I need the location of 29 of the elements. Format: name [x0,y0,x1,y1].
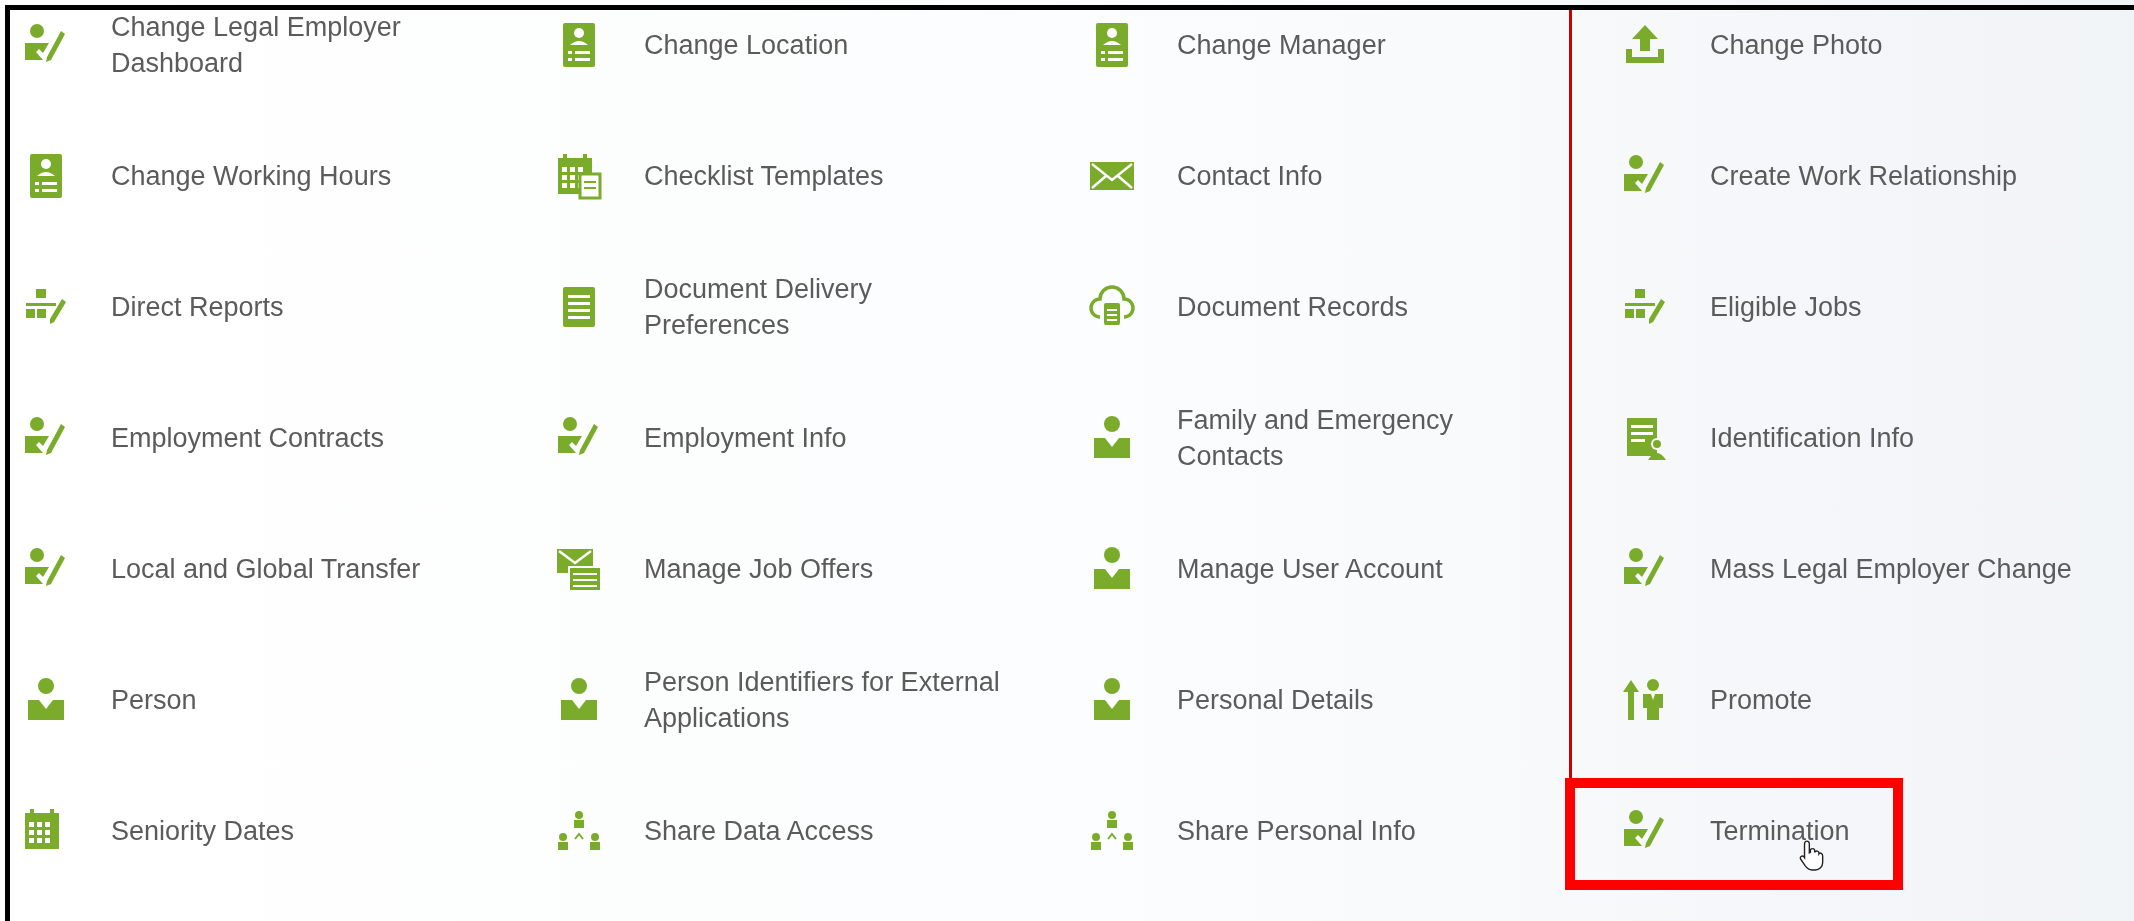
action-link[interactable]: Share Data Access [644,812,874,849]
action-link[interactable]: Contact Info [1177,157,1323,194]
action-link[interactable]: Direct Reports [111,288,284,325]
action-link[interactable]: Eligible Jobs [1710,288,1862,325]
action-link[interactable]: Change Legal Employer Dashboard [111,10,401,81]
action-link[interactable]: Manage User Account [1177,550,1443,587]
action-link[interactable]: Document Delivery Preferences [644,270,873,343]
action-link[interactable]: Employment Info [644,419,847,456]
action-link[interactable]: Local and Global Transfer [111,550,421,587]
action-link[interactable]: Change Photo [1710,26,1883,63]
action-link[interactable]: Employment Contracts [111,419,385,456]
action-link[interactable]: Person Identifiers for External Applications [644,663,1000,736]
action-link[interactable]: Seniority Dates [111,812,295,849]
action-link[interactable]: Manage Job Offers [644,550,874,587]
action-link[interactable]: Change Location [644,26,849,63]
action-link[interactable]: Checklist Templates [644,157,884,194]
action-link[interactable]: Termination [1710,812,1850,849]
action-link[interactable]: Mass Legal Employer Change [1710,550,2072,587]
action-link[interactable]: Person [111,681,197,718]
calendar-document-icon [555,151,603,200]
action-link[interactable]: Change Manager [1177,26,1386,63]
action-link[interactable]: Family and Emergency Contacts [1177,401,1454,474]
action-link[interactable]: Change Working Hours [111,157,392,194]
action-link[interactable]: Create Work Relationship [1710,157,2018,194]
action-link[interactable]: Personal Details [1177,681,1374,718]
action-link[interactable]: Share Personal Info [1177,812,1416,849]
action-link[interactable]: Promote [1710,681,1813,718]
action-link[interactable]: Document Records [1177,288,1409,325]
action-link[interactable]: Identification Info [1710,419,1915,456]
